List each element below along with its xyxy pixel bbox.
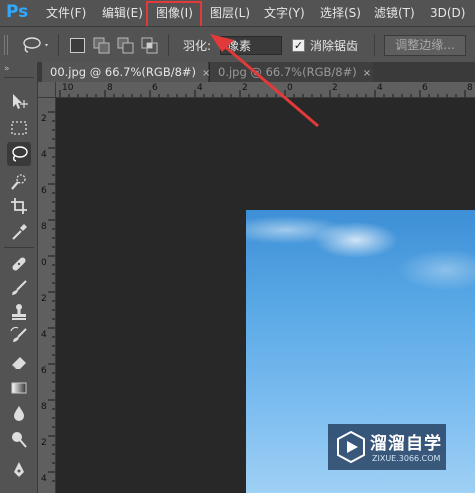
tools-panel: » [0, 62, 38, 493]
separator [58, 34, 59, 56]
crop-tool-icon[interactable] [7, 194, 31, 218]
tab-title: 00.jpg @ 66.7%(RGB/8#) [50, 65, 197, 79]
divider [4, 77, 34, 78]
menu-select[interactable]: 选择(S) [320, 0, 361, 26]
add-to-selection-button[interactable] [93, 37, 110, 54]
refine-edge-button[interactable]: 调整边缘... [384, 35, 466, 56]
play-logo-icon [337, 430, 365, 464]
intersect-selection-button[interactable] [141, 37, 158, 54]
menu-type[interactable]: 文字(Y) [264, 0, 305, 26]
separator [168, 34, 169, 56]
blur-tool-icon[interactable] [7, 402, 31, 426]
ruler-label: 6 [41, 366, 47, 376]
vertical-ruler[interactable]: 2 4 6 8 0 2 4 6 8 2 4 [38, 98, 56, 493]
menu-layer[interactable]: 图层(L) [210, 0, 250, 26]
ruler-label: 4 [41, 474, 47, 484]
menu-edit[interactable]: 编辑(E) [102, 0, 143, 26]
ruler-label: 2 [41, 438, 47, 448]
quick-selection-tool-icon[interactable] [7, 170, 31, 194]
ruler-label: 0 [41, 258, 47, 268]
divider [4, 247, 34, 248]
options-grip [3, 33, 9, 57]
eyedropper-tool-icon[interactable] [7, 220, 31, 244]
gradient-tool-icon[interactable] [7, 376, 31, 400]
ruler-label: 8 [41, 222, 47, 232]
ruler-label: 8 [467, 83, 473, 93]
collapse-panel-icon[interactable]: » [4, 65, 10, 74]
healing-brush-tool-icon[interactable] [7, 252, 31, 276]
ruler-label: 2 [41, 114, 47, 124]
dodge-tool-icon[interactable] [7, 428, 31, 452]
menu-bar: Ps 文件(F) 编辑(E) 图像(I) 图层(L) 文字(Y) 选择(S) 滤… [0, 0, 475, 26]
ruler-label: 4 [41, 150, 47, 160]
photoshop-logo: Ps [6, 2, 29, 22]
clone-stamp-tool-icon[interactable] [7, 300, 31, 324]
watermark-subtitle: ZIXUE.3066.COM [372, 454, 441, 463]
ruler-label: 2 [332, 83, 338, 93]
watermark-title: 溜溜自学 [370, 434, 442, 454]
separator [374, 34, 375, 56]
menu-image-highlight-box [146, 1, 202, 29]
document-tab-active[interactable]: 00.jpg @ 66.7%(RGB/8#) × [42, 62, 210, 82]
ruler-label: 10 [62, 83, 74, 93]
menu-3d[interactable]: 3D(D) [430, 0, 465, 26]
ruler-label: 4 [41, 330, 47, 340]
ruler-origin[interactable] [38, 82, 56, 98]
pen-tool-icon[interactable] [7, 458, 31, 482]
eraser-tool-icon[interactable] [7, 350, 31, 374]
ruler-label: 6 [41, 186, 47, 196]
menu-file[interactable]: 文件(F) [46, 0, 86, 26]
subtract-from-selection-button[interactable] [117, 37, 134, 54]
lasso-icon [23, 37, 48, 53]
annotation-arrow [210, 34, 319, 128]
history-brush-tool-icon[interactable] [7, 324, 31, 348]
move-tool-icon[interactable] [7, 90, 31, 114]
new-selection-button[interactable] [70, 38, 85, 53]
watermark-logo: 溜溜自学 ZIXUE.3066.COM [328, 424, 446, 470]
brush-tool-icon[interactable] [7, 276, 31, 300]
ruler-label: 4 [377, 83, 383, 93]
marquee-tool-icon[interactable] [7, 116, 31, 140]
ruler-label: 2 [41, 294, 47, 304]
close-icon[interactable]: × [363, 68, 371, 79]
chevron-down-icon [45, 44, 48, 47]
ruler-label: 6 [152, 83, 158, 93]
menu-filter[interactable]: 滤镜(T) [374, 0, 415, 26]
tool-preset-picker[interactable] [20, 35, 50, 55]
lasso-tool-icon[interactable] [7, 142, 31, 166]
ruler-label: 8 [107, 83, 113, 93]
ruler-label: 6 [422, 83, 428, 93]
ruler-label: 8 [41, 402, 47, 412]
